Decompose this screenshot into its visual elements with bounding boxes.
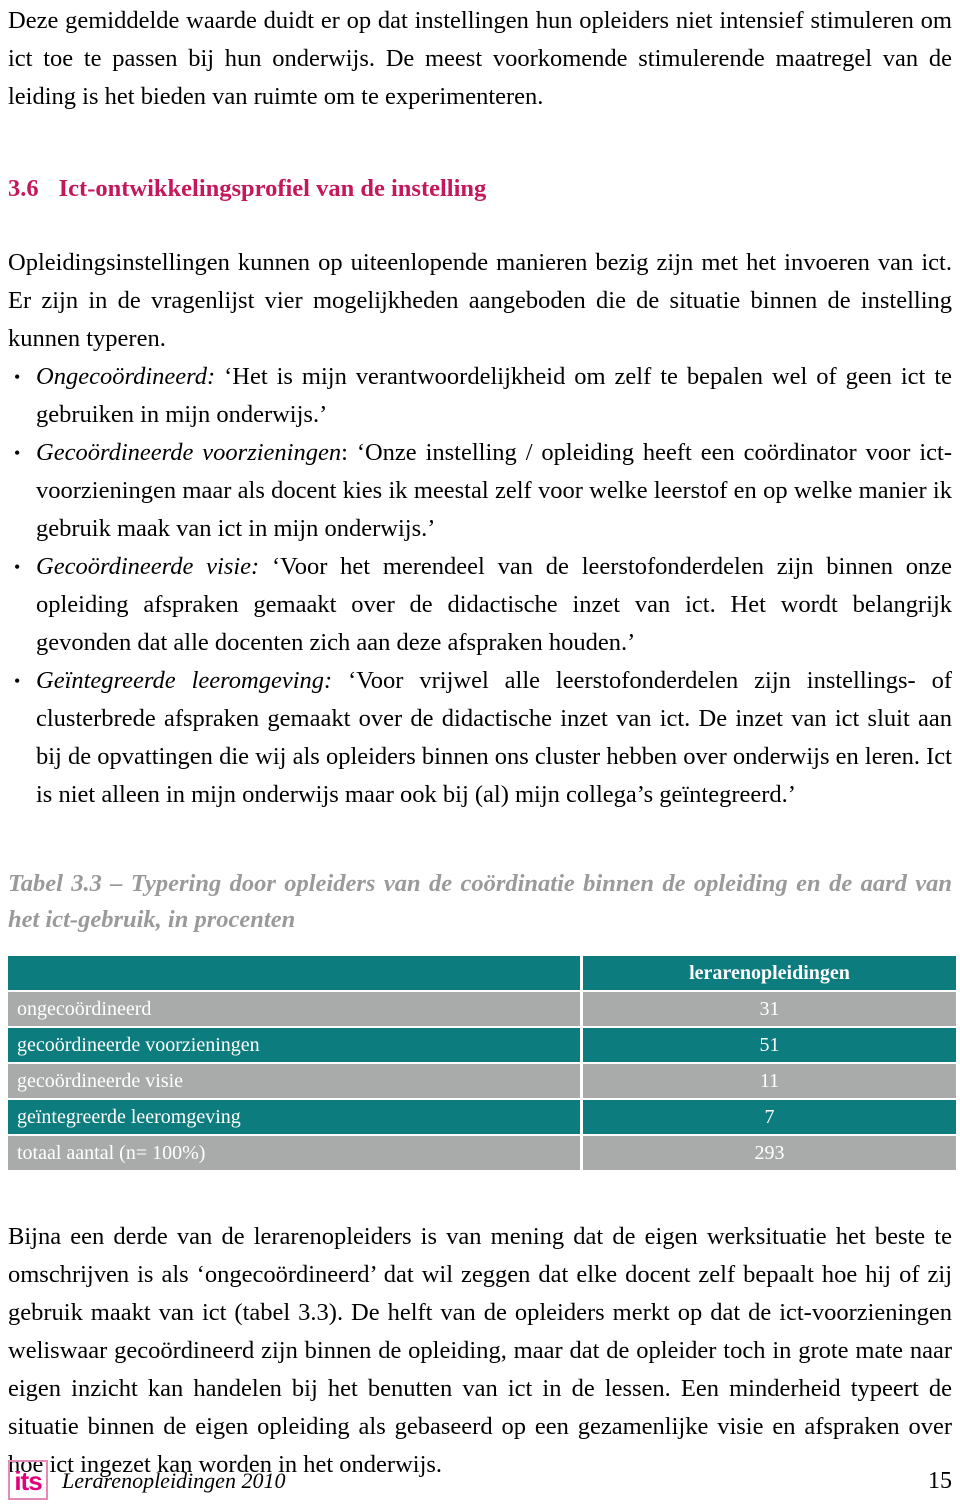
- list-item: Geïntegreerde leeromgeving: ‘Voor vrijwe…: [8, 662, 952, 814]
- intro-paragraph: Deze gemiddelde waarde duidt er op dat i…: [8, 7, 952, 110]
- table-cell-value: 293: [583, 1136, 956, 1170]
- table-row: ongecoördineerd 31: [8, 992, 956, 1026]
- its-logo: its: [8, 1460, 48, 1500]
- closing-paragraph: Bijna een derde van de lerarenopleiders …: [8, 1223, 952, 1478]
- list-item: Ongecoördineerd: ‘Het is mijn verantwoor…: [8, 358, 952, 434]
- typering-table: lerarenopleidingen ongecoördineerd 31 ge…: [8, 954, 956, 1172]
- bullet-term: Geïntegreerde leeromgeving:: [36, 667, 333, 694]
- page-number: 15: [928, 1468, 952, 1494]
- list-item: Gecoördineerde voorzieningen: ‘Onze inst…: [8, 434, 952, 548]
- section-number: 3.6: [8, 175, 39, 202]
- bullet-term: Gecoördineerde voorzieningen: [36, 439, 342, 466]
- table-caption: Tabel 3.3 – Typering door opleiders van …: [8, 870, 952, 933]
- bullet-term: Gecoördineerde visie:: [36, 553, 260, 580]
- table-cell-value: 7: [583, 1100, 956, 1134]
- bullet-term: Ongecoördineerd:: [36, 363, 216, 390]
- table-cell-label: gecoördineerde voorzieningen: [8, 1028, 583, 1062]
- table-header-row: lerarenopleidingen: [8, 956, 956, 990]
- table-row: geïntegreerde leeromgeving 7: [8, 1100, 956, 1134]
- table-cell-value: 11: [583, 1064, 956, 1098]
- table-header-cell-lerarenopleidingen: lerarenopleidingen: [583, 956, 956, 990]
- table-header-cell-blank: [8, 956, 583, 990]
- table-cell-value: 31: [583, 992, 956, 1026]
- table-cell-label: totaal aantal (n= 100%): [8, 1136, 583, 1170]
- table-cell-label: gecoördineerde visie: [8, 1064, 583, 1098]
- document-page: Deze gemiddelde waarde duidt er op dat i…: [0, 0, 960, 1508]
- section-heading: 3.6 Ict-ontwikkelingsprofiel van de inst…: [8, 174, 952, 204]
- section-title: Ict-ontwikkelingsprofiel van de instelli…: [58, 175, 487, 202]
- page-footer: its Lerarenopleidingen 2010 15: [8, 1448, 952, 1500]
- footer-title: Lerarenopleidingen 2010: [62, 1468, 286, 1493]
- profile-bullet-list: Ongecoördineerd: ‘Het is mijn verantwoor…: [8, 358, 952, 814]
- list-item: Gecoördineerde visie: ‘Voor het merendee…: [8, 548, 952, 662]
- its-logo-text: its: [14, 1466, 42, 1496]
- table-row: gecoördineerde visie 11: [8, 1064, 956, 1098]
- section-intro-paragraph: Opleidingsinstellingen kunnen op uiteenl…: [8, 249, 952, 352]
- table-row: totaal aantal (n= 100%) 293: [8, 1136, 956, 1170]
- table-cell-label: ongecoördineerd: [8, 992, 583, 1026]
- table-cell-label: geïntegreerde leeromgeving: [8, 1100, 583, 1134]
- table-row: gecoördineerde voorzieningen 51: [8, 1028, 956, 1062]
- table-cell-value: 51: [583, 1028, 956, 1062]
